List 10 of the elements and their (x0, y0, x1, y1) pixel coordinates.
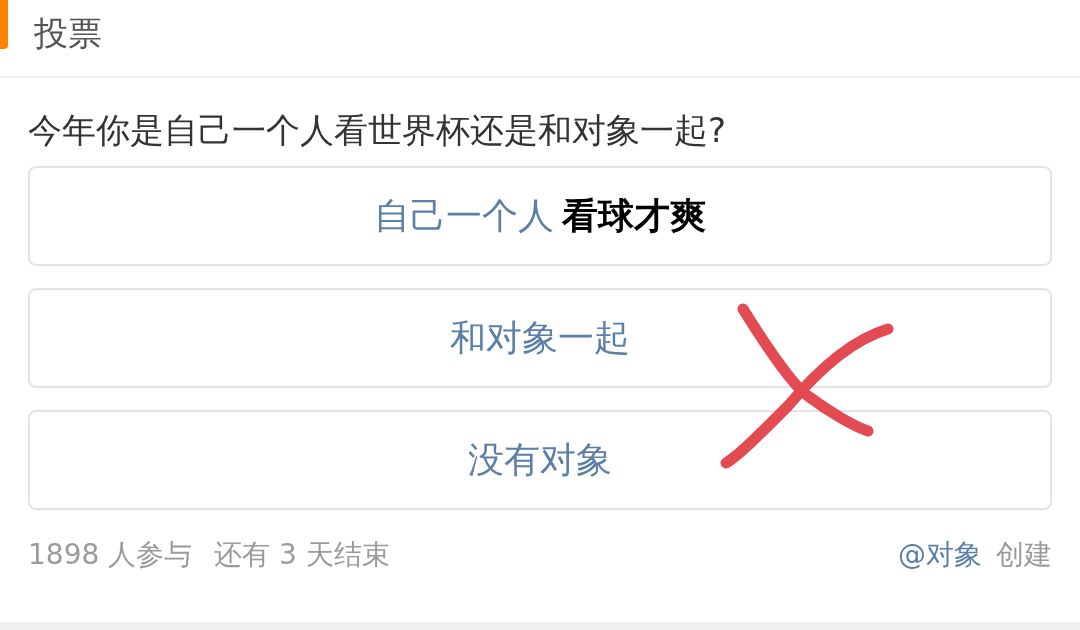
poll-question: 今年你是自己一个人看世界杯还是和对象一起? (28, 109, 728, 152)
poll-option[interactable]: 自己一个人 看球才爽 (28, 166, 1052, 266)
poll-option[interactable]: 和对象一起 (28, 288, 1052, 388)
participant-count: 1898 人参与 (28, 537, 193, 573)
created-label: 创建 (996, 537, 1052, 573)
poll-option[interactable]: 没有对象 (28, 410, 1052, 510)
section-title: 投票 (34, 12, 102, 55)
creator-link[interactable]: @对象 (898, 536, 982, 574)
time-remaining: 还有 3 天结束 (214, 537, 390, 573)
accent-bar (0, 0, 8, 49)
